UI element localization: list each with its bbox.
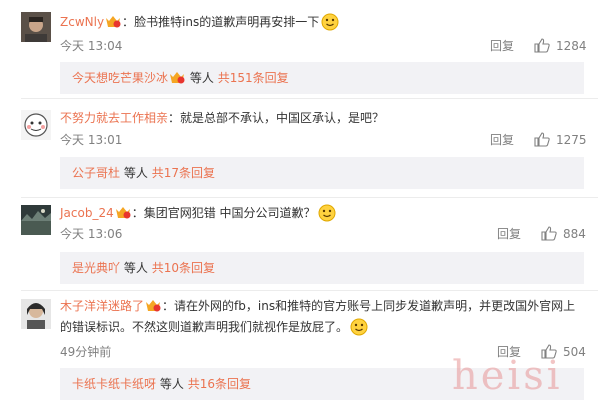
vip-badge-icon bbox=[105, 15, 121, 28]
like-count: 504 bbox=[563, 344, 586, 359]
avatar[interactable] bbox=[21, 205, 51, 235]
smile-emoji-icon bbox=[321, 13, 339, 31]
smile-emoji-icon bbox=[350, 318, 368, 336]
sub-replies-box[interactable]: 是光典吖 等人 共10条回复 bbox=[60, 252, 584, 284]
sub-reply-user[interactable]: 是光典吖 bbox=[72, 261, 120, 275]
like-count: 1284 bbox=[556, 38, 587, 53]
sub-reply-user[interactable]: 今天想吃芒果沙冰 bbox=[72, 71, 168, 85]
reply-button[interactable]: 回复 bbox=[490, 39, 514, 53]
like-button[interactable]: 1284 bbox=[534, 38, 587, 53]
divider bbox=[21, 197, 598, 198]
comment-time: 今天 13:04 bbox=[60, 39, 123, 53]
comment-line: Jacob_24 ：集团官网犯错 中国分公司道歉？ bbox=[60, 204, 336, 222]
username-link[interactable]: ZcwNly bbox=[60, 15, 104, 29]
username-link[interactable]: Jacob_24 bbox=[60, 206, 114, 220]
divider bbox=[21, 290, 598, 291]
comment-line: 木子洋洋迷路了 ：请在外网的fb，ins和推特的官方账号上同步发道歉声明，并更改国… bbox=[60, 299, 576, 336]
sub-reply-count-link[interactable]: 共10条回复 bbox=[152, 261, 215, 275]
sub-replies-box[interactable]: 今天想吃芒果沙冰 等人 共151条回复 bbox=[60, 62, 584, 94]
comment-text: 就是总部不承认，中国区承认，是吧？ bbox=[180, 111, 385, 125]
thumb-up-icon bbox=[534, 132, 550, 147]
sub-reply-user[interactable]: 公子哥杜 bbox=[72, 166, 120, 180]
watermark: heisi bbox=[452, 353, 563, 399]
like-count: 1275 bbox=[556, 132, 587, 147]
username-link[interactable]: 不努力就去工作相亲 bbox=[60, 111, 168, 125]
vip-badge-icon bbox=[169, 71, 185, 84]
thumb-up-icon bbox=[541, 226, 557, 241]
like-count: 884 bbox=[563, 226, 586, 241]
comment-line: ZcwNly ：脸书推特ins的道歉声明再安排一下 bbox=[60, 13, 339, 31]
sub-reply-user[interactable]: 卡纸卡纸卡纸呀 bbox=[72, 377, 156, 391]
reply-button[interactable]: 回复 bbox=[497, 227, 521, 241]
username-link[interactable]: 木子洋洋迷路了 bbox=[60, 299, 144, 313]
sub-reply-count-link[interactable]: 共151条回复 bbox=[218, 71, 289, 85]
like-button[interactable]: 884 bbox=[541, 226, 586, 241]
avatar[interactable] bbox=[21, 110, 51, 140]
avatar[interactable] bbox=[21, 12, 51, 42]
comment-time: 49分钟前 bbox=[60, 345, 112, 359]
divider bbox=[21, 98, 598, 99]
comment-time: 今天 13:06 bbox=[60, 227, 123, 241]
like-button[interactable]: 1275 bbox=[534, 132, 587, 147]
comment-text: 集团官网犯错 中国分公司道歉？ bbox=[143, 206, 316, 220]
vip-badge-icon bbox=[115, 206, 131, 219]
avatar[interactable] bbox=[21, 299, 51, 329]
comment-text: 脸书推特ins的道歉声明再安排一下 bbox=[134, 15, 320, 29]
reply-button[interactable]: 回复 bbox=[490, 133, 514, 147]
sub-replies-box[interactable]: 公子哥杜 等人 共17条回复 bbox=[60, 157, 584, 189]
comment-time: 今天 13:01 bbox=[60, 133, 123, 147]
comment-line: 不努力就去工作相亲：就是总部不承认，中国区承认，是吧？ bbox=[60, 111, 385, 125]
sub-reply-count-link[interactable]: 共16条回复 bbox=[188, 377, 251, 391]
smile-emoji-icon bbox=[318, 204, 336, 222]
vip-badge-icon bbox=[145, 299, 161, 312]
thumb-up-icon bbox=[534, 38, 550, 53]
sub-reply-count-link[interactable]: 共17条回复 bbox=[152, 166, 215, 180]
